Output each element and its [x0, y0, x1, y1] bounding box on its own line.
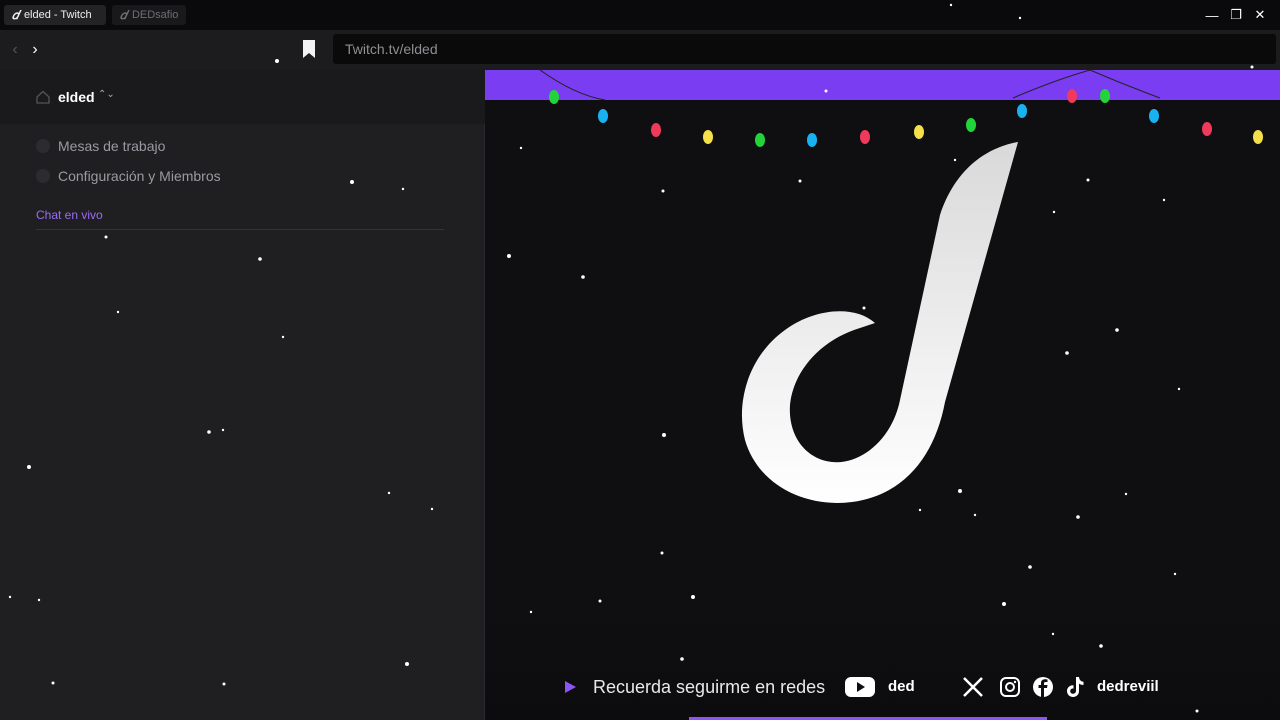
navigation-bar: ‹ › Twitch.tv/elded [0, 30, 1280, 70]
light-bulbs [549, 89, 1263, 147]
x-twitter-icon [963, 677, 983, 697]
follow-text: Recuerda seguirme en redes [593, 677, 826, 697]
window-controls: — ❐ ✕ [1200, 0, 1272, 30]
sidebar-item-configuracion[interactable]: Configuración y Miembros [36, 167, 221, 185]
maximize-button[interactable]: ❐ [1224, 0, 1248, 30]
play-icon [565, 681, 576, 693]
tab-label: elded - Twitch [23, 9, 92, 21]
settings-icon [36, 169, 50, 183]
sidebar-item-label: Mesas de trabajo [58, 138, 166, 154]
dedsafio-tab-icon: 𝑑 [120, 7, 127, 22]
sidebar-header: elded ⌃⌄ [0, 70, 485, 124]
tab-label: DEDsafio [131, 9, 179, 21]
divider [36, 229, 444, 230]
chevron-updown-icon[interactable]: ⌃⌄ [98, 89, 115, 100]
sidebar: elded ⌃⌄ Mesas de trabajo Configuración … [0, 70, 485, 720]
address-bar[interactable]: Twitch.tv/elded [333, 34, 1276, 64]
social-handle: dedreviil [1097, 678, 1159, 695]
social-links-bar: Recuerda seguirme en redes ded dedreviil [485, 670, 1280, 706]
sidebar-item-label: Configuración y Miembros [58, 168, 221, 184]
chat-en-vivo-link[interactable]: Chat en vivo [36, 208, 103, 222]
facebook-icon [1033, 677, 1053, 697]
stream-player[interactable]: Recuerda seguirme en redes ded dedreviil [485, 70, 1280, 720]
back-button[interactable]: ‹ [4, 38, 26, 62]
tab-elded-twitch[interactable]: 𝑑 elded - Twitch [4, 5, 106, 25]
youtube-handle: ded [888, 678, 915, 695]
close-button[interactable]: ✕ [1248, 0, 1272, 30]
music-note-logo [741, 142, 1018, 503]
instagram-icon [1000, 677, 1020, 697]
home-icon [36, 90, 50, 104]
workspace-icon [36, 139, 50, 153]
tab-dedsafio[interactable]: 𝑑 DEDsafio [112, 5, 186, 25]
youtube-icon [845, 677, 875, 697]
twitch-tab-icon: 𝑑 [12, 7, 19, 22]
minimize-button[interactable]: — [1200, 0, 1224, 30]
forward-button[interactable]: › [24, 38, 46, 62]
window-titlebar: 𝑑 elded - Twitch 𝑑 DEDsafio — ❐ ✕ [0, 0, 1280, 30]
tiktok-icon [1067, 677, 1084, 697]
channel-selector[interactable]: elded [58, 89, 95, 105]
sidebar-item-mesas[interactable]: Mesas de trabajo [36, 137, 165, 155]
bookmark-icon[interactable] [302, 39, 316, 59]
